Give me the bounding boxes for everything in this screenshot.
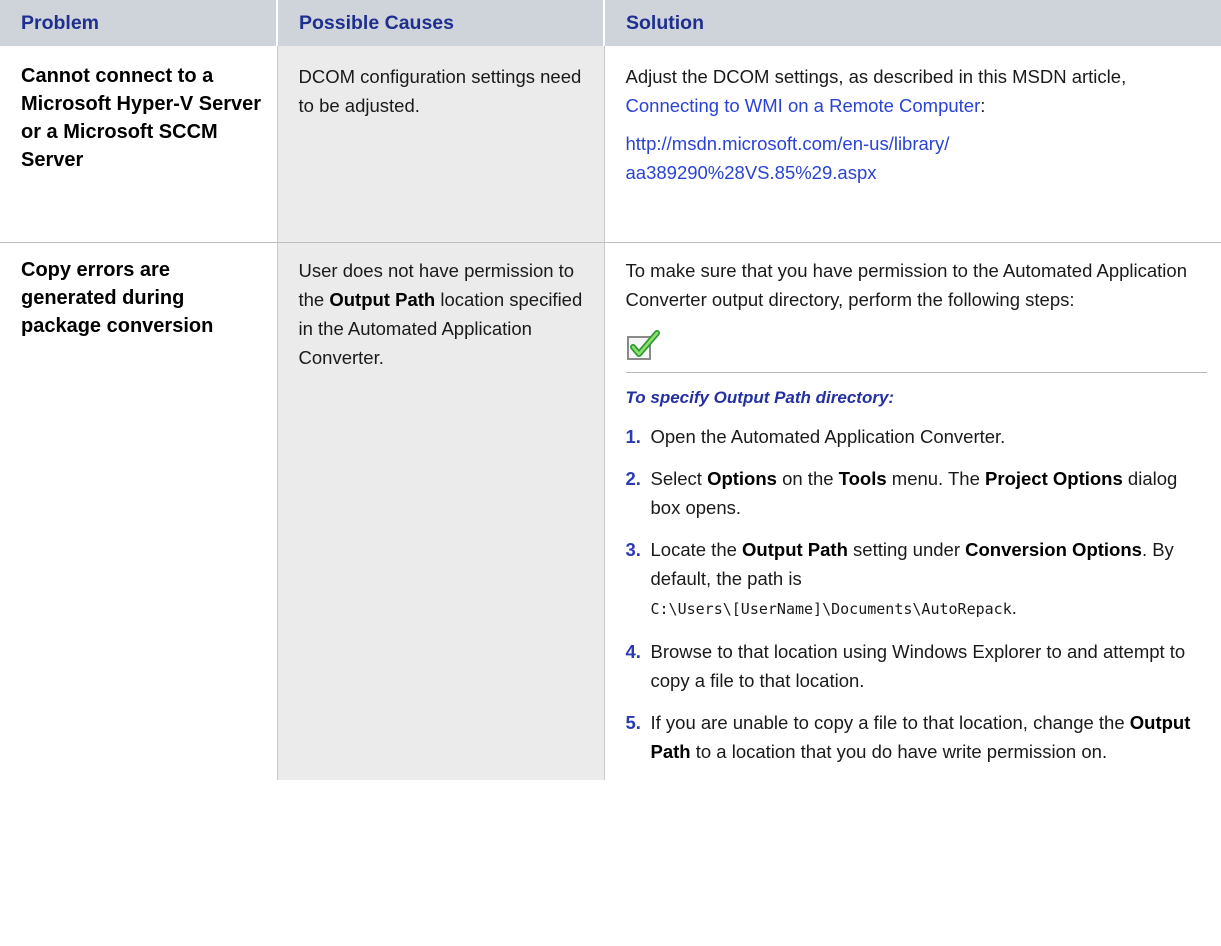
solution-cell: Adjust the DCOM settings, as described i… xyxy=(604,46,1221,243)
msdn-url-line2[interactable]: aa389290%28VS.85%29.aspx xyxy=(626,162,877,183)
table-row: Copy errors are generated during package… xyxy=(0,242,1221,780)
step-text: . xyxy=(1011,596,1017,618)
problem-cell: Cannot connect to a Microsoft Hyper-V Se… xyxy=(0,46,277,243)
step-text: Browse to that location using Windows Ex… xyxy=(650,640,1186,691)
table-row: Cannot connect to a Microsoft Hyper-V Se… xyxy=(0,46,1221,243)
step-text: on the xyxy=(776,467,839,489)
procedure-title: To specify Output Path directory: xyxy=(625,387,895,407)
step-number: 2. xyxy=(625,467,641,489)
checkmark-box-icon xyxy=(626,328,1208,370)
cause-cell: User does not have permission to the Out… xyxy=(276,242,605,780)
wmi-remote-link[interactable]: Connecting to WMI on a Remote Computer xyxy=(626,95,981,116)
step-text: Locate the xyxy=(650,538,743,560)
step-bold: Output Path xyxy=(742,538,848,560)
procedure-steps: 1. Open the Automated Application Convert… xyxy=(626,422,1208,766)
solution-intro: To make sure that you have permission to… xyxy=(625,259,1188,310)
problem-cell: Copy errors are generated during package… xyxy=(21,258,214,337)
step-text: Open the Automated Application Converter… xyxy=(650,425,1006,447)
step-number: 5. xyxy=(625,711,641,733)
step-number: 3. xyxy=(625,538,641,560)
step-text: Select xyxy=(650,467,708,489)
solution-cell: To make sure that you have permission to… xyxy=(604,242,1221,780)
list-item: 1. Open the Automated Application Convert… xyxy=(626,422,1208,451)
list-item: 3. Locate the Output Path setting under C… xyxy=(626,535,1208,624)
step-text: menu. The xyxy=(886,467,986,489)
step-number: 4. xyxy=(625,640,641,662)
header-problem: Problem xyxy=(0,0,277,46)
solution-text-pre: Adjust the DCOM settings, as described i… xyxy=(625,66,1127,87)
list-item: 4. Browse to that location using Windows … xyxy=(626,637,1208,695)
step-text: to a location that you do have write per… xyxy=(690,740,1108,762)
step-bold: Options xyxy=(707,467,777,489)
procedure-divider xyxy=(625,371,1207,373)
header-row: Problem Possible Causes Solution xyxy=(0,0,1221,46)
cause-cell: DCOM configuration settings need to be a… xyxy=(276,46,605,243)
cause-bold: Output Path xyxy=(329,288,436,310)
list-item: 2. Select Options on the Tools menu. The … xyxy=(626,464,1208,522)
solution-text-post: : xyxy=(980,95,986,116)
msdn-url-link[interactable]: http://msdn.microsoft.com/en-us/library/… xyxy=(626,129,1208,187)
list-item: 5. If you are unable to copy a file to th… xyxy=(626,708,1208,766)
solution-text: Adjust the DCOM settings, as described i… xyxy=(626,62,1208,120)
step-bold: Tools xyxy=(838,467,887,489)
step-bold: Project Options xyxy=(985,467,1123,489)
header-solution: Solution xyxy=(603,0,1221,46)
troubleshooting-table: Problem Possible Causes Solution Cannot … xyxy=(0,0,1221,780)
header-possible-causes: Possible Causes xyxy=(276,0,604,46)
step-number: 1. xyxy=(625,425,641,447)
msdn-url-line1[interactable]: http://msdn.microsoft.com/en-us/library/ xyxy=(626,133,950,154)
step-text: If you are unable to copy a file to that… xyxy=(650,711,1130,733)
step-text: setting under xyxy=(847,538,966,560)
default-path-code: C:\Users\[UserName]\Documents\AutoRepack xyxy=(650,599,1012,618)
step-bold: Conversion Options xyxy=(965,538,1142,560)
